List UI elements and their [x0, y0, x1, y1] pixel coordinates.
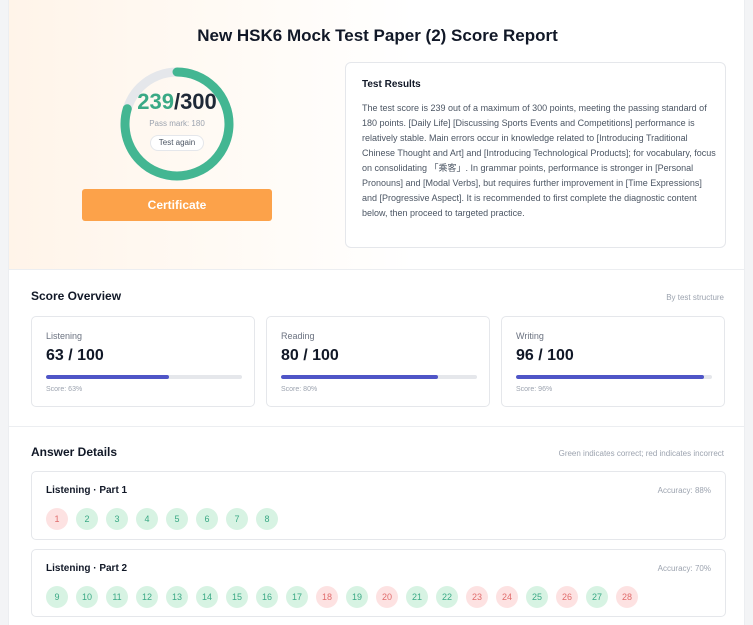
total-score: 239/300 [117, 89, 237, 115]
score-overview-note: By test structure [666, 293, 724, 302]
score-card-percent: Score: 96% [516, 386, 553, 393]
answer-details-note: Green indicates correct; red indicates i… [558, 449, 724, 458]
score-ring: 239/300 Pass mark: 180 Test again [117, 64, 237, 184]
report-page: New HSK6 Mock Test Paper (2) Score Repor… [8, 0, 745, 625]
answer-bubble-3[interactable]: 3 [106, 508, 128, 530]
answer-bubble-9[interactable]: 9 [46, 586, 68, 608]
answer-bubble-13[interactable]: 13 [166, 586, 188, 608]
answer-bubble-15[interactable]: 15 [226, 586, 248, 608]
score-progress-fill [516, 375, 705, 379]
answer-bubble-7[interactable]: 7 [226, 508, 248, 530]
answer-bubble-25[interactable]: 25 [526, 586, 548, 608]
answer-bubble-14[interactable]: 14 [196, 586, 218, 608]
score-progress-track [281, 375, 477, 379]
test-results-title: Test Results [362, 79, 421, 90]
answer-bubble-2[interactable]: 2 [76, 508, 98, 530]
section-divider [9, 426, 744, 427]
answer-bubble-21[interactable]: 21 [406, 586, 428, 608]
score-card-reading: Reading 80 / 100 Score: 80% [266, 316, 490, 407]
test-results-text: The test score is 239 out of a maximum o… [362, 103, 716, 218]
score-card-label: Listening [46, 331, 83, 341]
score-overview-title: Score Overview [31, 289, 122, 303]
score-card-listening: Listening 63 / 100 Score: 63% [31, 316, 255, 407]
answer-bubble-24[interactable]: 24 [496, 586, 518, 608]
answer-bubble-6[interactable]: 6 [196, 508, 218, 530]
part-accuracy: Accuracy: 88% [657, 486, 711, 495]
pass-mark: Pass mark: 180 [149, 119, 205, 128]
answer-bubble-27[interactable]: 27 [586, 586, 608, 608]
answer-bubble-4[interactable]: 4 [136, 508, 158, 530]
answer-bubble-8[interactable]: 8 [256, 508, 278, 530]
answer-bubble-26[interactable]: 26 [556, 586, 578, 608]
score-card-percent: Score: 63% [46, 386, 83, 393]
answer-bubble-28[interactable]: 28 [616, 586, 638, 608]
answer-bubble-1[interactable]: 1 [46, 508, 68, 530]
answer-bubble-23[interactable]: 23 [466, 586, 488, 608]
report-header: New HSK6 Mock Test Paper (2) Score Repor… [9, 0, 744, 270]
page-title: New HSK6 Mock Test Paper (2) Score Repor… [197, 26, 558, 45]
answer-bubble-22[interactable]: 22 [436, 586, 458, 608]
score-card-value: 63 / 100 [46, 347, 104, 364]
part-card-listening-2: Listening · Part 2 Accuracy: 70% 9 10 11 12… [31, 549, 726, 617]
answer-bubbles: 9 10 11 12 13 14 15 16 17 18 19 20 21 22 23 24 25 26 27 28 [46, 586, 638, 608]
test-results-card: Test Results The test score is 239 out o… [345, 62, 726, 248]
score-progress-track [46, 375, 242, 379]
certificate-button[interactable]: Certificate [82, 189, 272, 221]
answer-bubbles: 12345678 [46, 508, 278, 530]
part-accuracy: Accuracy: 70% [657, 564, 711, 573]
score-progress-track [516, 375, 712, 379]
part-title: Listening · Part 2 [46, 563, 128, 574]
answer-bubble-12[interactable]: 12 [136, 586, 158, 608]
score-card-value: 80 / 100 [281, 347, 339, 364]
part-card-listening-1: Listening · Part 1 Accuracy: 88% 1234567… [31, 471, 726, 540]
part-title: Listening · Part 1 [46, 485, 128, 496]
score-progress-fill [281, 375, 438, 379]
score-card-percent: Score: 80% [281, 386, 318, 393]
answer-bubble-20[interactable]: 20 [376, 586, 398, 608]
answer-bubble-5[interactable]: 5 [166, 508, 188, 530]
score-achieved: 239 [137, 89, 174, 114]
answer-details-title: Answer Details [31, 445, 118, 459]
answer-bubble-11[interactable]: 11 [106, 586, 128, 608]
score-card-label: Reading [281, 331, 315, 341]
score-card-value: 96 / 100 [516, 347, 574, 364]
score-card-writing: Writing 96 / 100 Score: 96% [501, 316, 725, 407]
answer-bubble-10[interactable]: 10 [76, 586, 98, 608]
score-maximum: 300 [180, 89, 217, 114]
answer-bubble-18[interactable]: 18 [316, 586, 338, 608]
test-again-button[interactable]: Test again [150, 135, 204, 151]
answer-bubble-16[interactable]: 16 [256, 586, 278, 608]
score-card-label: Writing [516, 331, 544, 341]
score-progress-fill [46, 375, 170, 379]
answer-bubble-19[interactable]: 19 [346, 586, 368, 608]
answer-bubble-17[interactable]: 17 [286, 586, 308, 608]
